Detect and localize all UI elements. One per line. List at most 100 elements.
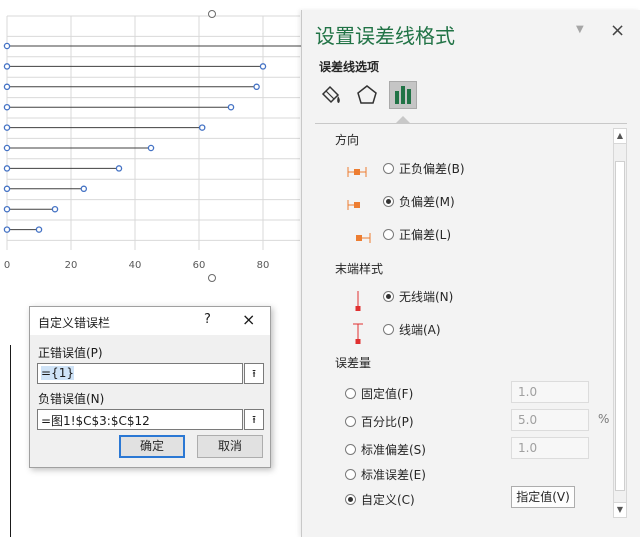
data-point: [3, 185, 11, 193]
amount-stdev-radio[interactable]: 标准偏差(S): [345, 441, 426, 458]
radio-circle-selected: [345, 494, 356, 505]
data-point: [198, 124, 206, 131]
radio-circle: [383, 324, 394, 335]
data-point: [253, 83, 260, 91]
x-tick-label: 60: [193, 260, 206, 271]
data-point: [35, 226, 43, 233]
chevron-down-icon[interactable]: ▼: [576, 24, 584, 35]
data-point: [3, 165, 11, 172]
specify-value-button[interactable]: 指定值(V): [511, 486, 575, 508]
radio-circle: [345, 416, 356, 427]
ok-button[interactable]: 确定: [119, 435, 185, 458]
bar-chart-icon[interactable]: [389, 81, 417, 109]
x-tick-label: 80: [257, 260, 270, 271]
direction-minus-radio[interactable]: 负偏差(M): [383, 193, 455, 210]
data-point: [3, 83, 11, 91]
data-point: [259, 63, 267, 70]
option-label: 线端(A): [399, 323, 441, 337]
collapse-dialog-icon[interactable]: ⭱: [244, 363, 264, 384]
plus-direction-glyph-icon: [356, 233, 371, 243]
data-point: [227, 103, 235, 111]
cancel-button[interactable]: 取消: [197, 435, 263, 458]
data-point: [3, 144, 11, 152]
data-point: [3, 205, 11, 213]
scroll-down-icon[interactable]: ▼: [614, 502, 626, 517]
fixed-value-input[interactable]: 1.0: [511, 381, 589, 403]
data-point: [3, 226, 11, 233]
radio-circle-selected: [383, 291, 394, 302]
format-error-bars-pane: 设置误差线格式 ▼ × 误差线选项 方向 正负偏差(B) 负偏差(M) 正偏差(…: [301, 10, 640, 537]
radio-circle: [345, 388, 356, 399]
negative-error-label: 负错误值(N): [38, 392, 105, 406]
error-amount-heading: 误差量: [335, 356, 372, 370]
positive-error-value: ={1}: [41, 366, 74, 380]
radio-circle-selected: [383, 196, 394, 207]
scroll-up-icon[interactable]: ▲: [614, 129, 626, 144]
close-icon[interactable]: ×: [242, 310, 255, 329]
selected-tab-caret: [396, 116, 410, 123]
chart-resize-handle-top[interactable]: [208, 10, 216, 18]
collapse-dialog-icon[interactable]: ⭱: [244, 409, 264, 430]
cap-glyph-icon: [353, 323, 363, 344]
minus-direction-glyph-icon: [347, 200, 360, 210]
dialog-title: 自定义错误栏: [38, 316, 111, 330]
scatter-plot: 0 20 40 60 80: [3, 15, 310, 271]
radio-circle: [383, 229, 394, 240]
negative-error-value: =图1!$C$3:$C$12: [41, 414, 150, 428]
tab-divider: [315, 123, 627, 124]
pane-subtitle[interactable]: 误差线选项: [319, 58, 379, 75]
radio-circle: [383, 163, 394, 174]
direction-heading: 方向: [335, 133, 360, 147]
end-style-cap-radio[interactable]: 线端(A): [383, 321, 441, 338]
chart-area[interactable]: 0 20 40 60 80: [0, 0, 310, 290]
end-style-heading: 末端样式: [335, 262, 384, 276]
no-cap-glyph-icon: [355, 291, 361, 311]
data-point: [80, 185, 88, 193]
close-icon[interactable]: ×: [610, 20, 625, 41]
option-label: 负偏差(M): [399, 195, 455, 209]
data-point: [3, 42, 11, 50]
custom-error-bars-dialog: 自定义错误栏 ? × 正错误值(P) ={1} ⭱ 负错误值(N) =图1!$C…: [29, 306, 271, 468]
option-label: 正偏差(L): [399, 228, 452, 242]
option-label: 标准偏差(S): [361, 443, 426, 457]
radio-circle: [345, 444, 356, 455]
end-style-no-cap-radio[interactable]: 无线端(N): [383, 288, 453, 305]
option-label: 固定值(F): [361, 387, 414, 401]
direction-plus-radio[interactable]: 正偏差(L): [383, 226, 451, 243]
option-label: 正负偏差(B): [399, 162, 465, 176]
radio-circle: [345, 469, 356, 480]
data-point: [51, 205, 59, 213]
paint-bucket-icon[interactable]: [317, 81, 345, 109]
option-label: 标准误差(E): [361, 468, 426, 482]
stdev-value-input[interactable]: 1.0: [511, 437, 589, 459]
option-label: 自定义(C): [361, 493, 415, 507]
option-label: 无线端(N): [399, 290, 454, 304]
negative-error-input[interactable]: =图1!$C$3:$C$12: [37, 409, 243, 430]
positive-error-input[interactable]: ={1}: [37, 363, 243, 384]
positive-error-label: 正错误值(P): [38, 346, 103, 360]
chart-resize-handle-bottom[interactable]: [208, 274, 216, 282]
x-tick-label: 0: [4, 260, 10, 271]
data-point: [3, 63, 11, 70]
percent-unit-label: %: [598, 412, 610, 426]
data-point: [115, 165, 123, 172]
amount-percent-radio[interactable]: 百分比(P): [345, 413, 414, 430]
pane-scrollbar[interactable]: ▲ ▼: [613, 128, 627, 518]
amount-stderr-radio[interactable]: 标准误差(E): [345, 466, 426, 483]
pentagon-icon[interactable]: [353, 81, 381, 109]
x-tick-label: 20: [65, 260, 78, 271]
scroll-thumb[interactable]: [615, 161, 625, 491]
data-point: [3, 124, 11, 131]
x-tick-label: 40: [129, 260, 142, 271]
both-direction-glyph-icon: [347, 167, 367, 177]
option-label: 百分比(P): [361, 415, 414, 429]
direction-both-radio[interactable]: 正负偏差(B): [383, 160, 465, 177]
worksheet-border-line: [10, 345, 11, 537]
data-point: [147, 144, 155, 152]
percent-value-input[interactable]: 5.0: [511, 409, 589, 431]
amount-custom-radio[interactable]: 自定义(C): [345, 491, 415, 508]
amount-fixed-radio[interactable]: 固定值(F): [345, 385, 413, 402]
pane-title: 设置误差线格式: [315, 24, 455, 48]
help-icon[interactable]: ?: [204, 312, 211, 327]
data-point: [3, 103, 11, 111]
